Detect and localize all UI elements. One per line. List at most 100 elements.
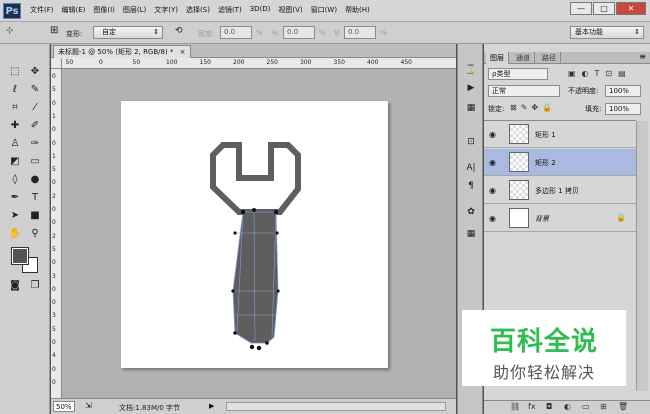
menu-file[interactable]: 文件(F)	[30, 5, 54, 15]
document-tab[interactable]: 未标题-1 @ 50% (矩形 2, RGB/8) * ×	[53, 45, 191, 58]
horizontal-ruler[interactable]: 50 0 50 100 150 200 250 300 350 400 450	[62, 58, 456, 69]
lock-options-icons[interactable]: ⊠✎✥🔒	[510, 103, 556, 112]
healing-brush-tool-icon[interactable]: ✚	[8, 120, 22, 132]
pen-tool-icon[interactable]: ✒	[8, 192, 22, 204]
menu-filter[interactable]: 滤镜(T)	[218, 5, 242, 15]
eye-icon[interactable]: ◉	[489, 214, 496, 223]
type-tool-icon[interactable]: T	[28, 192, 42, 204]
history-brush-tool-icon[interactable]: ✑	[28, 138, 42, 150]
menu-image[interactable]: 图像(I)	[93, 5, 115, 15]
close-button[interactable]: ✕	[616, 2, 646, 15]
filter-type-icons[interactable]: ▣◐T⊡▤	[568, 69, 632, 78]
minimize-button[interactable]: —	[570, 2, 592, 15]
blend-mode-dropdown[interactable]: 正常	[488, 85, 560, 97]
grid-panel-icon[interactable]: ▦	[464, 228, 478, 240]
layer-row[interactable]: ◉ 背景 🔒	[484, 205, 636, 232]
gradient-tool-icon[interactable]: ▭	[28, 156, 42, 168]
panel-scrollbar[interactable]	[636, 121, 648, 391]
layer-row[interactable]: ◉ 矩形 1	[484, 121, 636, 148]
foreground-color-swatch[interactable]	[11, 247, 29, 265]
reference-point-icon[interactable]: ⊞	[50, 25, 58, 36]
warp-orientation-icon[interactable]: ⟲	[175, 26, 183, 36]
actions-panel-icon[interactable]: ▶	[464, 82, 478, 94]
new-group-icon[interactable]: ▭	[582, 402, 590, 411]
rectangle-tool-icon[interactable]: ■	[28, 210, 42, 222]
layer-thumbnail	[509, 208, 529, 228]
watermark-title: 百科全说	[489, 327, 598, 357]
ruler-tick-label: 300	[300, 59, 312, 66]
tab-channels[interactable]: 通道	[512, 52, 535, 64]
history-panel-icon[interactable]: ⌛	[464, 64, 478, 76]
menu-type[interactable]: 文字(Y)	[154, 5, 178, 15]
swatches-panel-icon[interactable]: ✿	[464, 206, 478, 218]
warp-dropdown[interactable]: 自定 ⇕	[93, 26, 163, 39]
menu-edit[interactable]: 编辑(E)	[62, 5, 86, 15]
add-mask-icon[interactable]: ◘	[546, 402, 552, 411]
fill-label: 填充:	[585, 105, 602, 113]
close-tab-icon[interactable]: ×	[180, 48, 186, 56]
adjustments-panel-icon[interactable]: ▦	[464, 102, 478, 114]
tab-layers[interactable]: 图层	[486, 52, 509, 64]
horizontal-scrollbar[interactable]	[226, 402, 446, 411]
new-layer-icon[interactable]: ⊞	[600, 402, 607, 411]
export-icon[interactable]: ⇲	[85, 401, 92, 410]
paragraph-panel-icon[interactable]: ¶	[464, 180, 478, 192]
document-tab-bar: 未标题-1 @ 50% (矩形 2, RGB/8) * ×	[51, 44, 456, 58]
move-tool-preset-icon[interactable]: ⊹	[6, 26, 14, 36]
layer-name: 多边形 1 拷贝	[535, 187, 579, 195]
layer-row-selected[interactable]: ◉ 矩形 2	[484, 149, 636, 176]
adjustment-layer-icon[interactable]: ◐	[564, 402, 571, 411]
menu-help[interactable]: 帮助(H)	[345, 5, 370, 15]
ruler-tick-label: 0	[52, 378, 56, 386]
width-field[interactable]: 0.0	[220, 26, 252, 39]
layer-filter-dropdown[interactable]: ρ类型	[488, 68, 548, 80]
marquee-tool-icon[interactable]: ⬚	[8, 66, 22, 78]
quick-mask-icon[interactable]: ◙	[8, 280, 22, 292]
vertical-ruler[interactable]: 0 5 0 1 0 0 1 5 0 2 0 0 2 5 0 3 0 0 3 5 0 4 0 0	[51, 69, 62, 398]
eye-icon[interactable]: ◉	[489, 158, 496, 167]
layer-style-icon[interactable]: fx	[528, 402, 536, 411]
layer-row[interactable]: ◉ 多边形 1 拷贝	[484, 177, 636, 204]
layer-thumbnail	[509, 124, 529, 144]
link-layers-icon[interactable]: ⛓	[510, 402, 520, 411]
status-menu-arrow-icon[interactable]: ▶	[209, 402, 214, 410]
canvas-area[interactable]	[62, 69, 456, 398]
dodge-tool-icon[interactable]: ●	[28, 174, 42, 186]
maximize-button[interactable]: □	[593, 2, 615, 15]
eyedropper-tool-icon[interactable]: ⁄	[28, 102, 42, 114]
ruler-origin[interactable]	[51, 58, 62, 69]
move-tool-icon[interactable]: ✥	[28, 66, 42, 78]
menu-window[interactable]: 窗口(W)	[311, 5, 337, 15]
workspace-dropdown[interactable]: 基本功能 ⇕	[570, 26, 644, 39]
tab-paths[interactable]: 路径	[538, 52, 561, 64]
blur-tool-icon[interactable]: ◊	[8, 174, 22, 186]
panel-menu-icon[interactable]: ≡	[639, 52, 646, 61]
document-info: 文档:1.83M/0 字节	[119, 404, 181, 412]
zoom-tool-icon[interactable]: ⚲	[28, 228, 42, 240]
eye-icon[interactable]: ◉	[489, 186, 496, 195]
zoom-level-field[interactable]: 50%	[53, 401, 75, 412]
delete-layer-icon[interactable]: 🗑	[618, 402, 628, 411]
character-panel-icon[interactable]: A|	[464, 162, 478, 174]
eraser-tool-icon[interactable]: ◩	[8, 156, 22, 168]
lasso-tool-icon[interactable]: ℓ	[8, 84, 22, 96]
eye-icon[interactable]: ◉	[489, 130, 496, 139]
path-selection-tool-icon[interactable]: ➤	[8, 210, 22, 222]
v-field[interactable]: 0.0	[344, 26, 376, 39]
fill-field[interactable]: 100%	[605, 103, 641, 115]
menu-select[interactable]: 选择(S)	[186, 5, 210, 15]
info-panel-icon[interactable]: ⊡	[464, 136, 478, 148]
wrench-artwork[interactable]	[121, 101, 388, 368]
menu-layer[interactable]: 图层(L)	[123, 5, 146, 15]
height-field[interactable]: 0.0	[283, 26, 315, 39]
brush-tool-icon[interactable]: ✐	[28, 120, 42, 132]
crop-tool-icon[interactable]: ⌗	[8, 102, 22, 114]
screen-mode-icon[interactable]: ❐	[28, 280, 42, 292]
hand-tool-icon[interactable]: ✋	[8, 228, 22, 240]
menu-3d[interactable]: 3D(D)	[250, 5, 271, 15]
clone-stamp-tool-icon[interactable]: ♙	[8, 138, 22, 150]
quick-select-tool-icon[interactable]: ✎	[28, 84, 42, 96]
menu-view[interactable]: 视图(V)	[278, 5, 302, 15]
document-canvas[interactable]	[121, 101, 388, 368]
opacity-field[interactable]: 100%	[605, 85, 641, 97]
